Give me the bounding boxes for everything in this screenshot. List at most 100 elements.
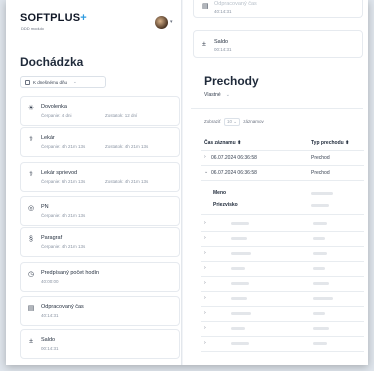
column-header-time[interactable]: Čas záznamu ⬍: [204, 140, 241, 146]
balance-card: ± Saldo 00:14:31: [193, 30, 363, 58]
card-value: Čerpanie: 6h 21m 13s: [41, 179, 86, 184]
worked-time-icon: ▤: [202, 3, 209, 10]
card-value: Čerpanie: 4 dni: [41, 113, 72, 118]
brand-logo[interactable]: SOFTPLUS+: [20, 12, 87, 24]
redacted-value: [313, 297, 333, 300]
divider: [201, 306, 364, 307]
worked-time-card: ▤ Odpracovaný čas 40:14:31: [193, 0, 363, 18]
card-label: Dovolenka: [41, 104, 67, 110]
chevron-right-icon[interactable]: ›: [204, 220, 206, 226]
table-row[interactable]: ›: [201, 323, 364, 335]
card-value: Čerpanie: 4h 21m 13s: [41, 213, 86, 218]
table-row[interactable]: ›: [201, 278, 364, 290]
redacted-value: [231, 267, 245, 270]
chevron-right-icon[interactable]: ›: [204, 250, 206, 256]
page-size-value: 10: [226, 119, 232, 124]
table-row[interactable]: ›: [201, 263, 364, 275]
range-select[interactable]: Vlastné ⌄: [204, 92, 230, 98]
summary-card: § Paragraf Čerpanie: 4h 21m 13s: [20, 227, 180, 257]
page-size-control: Zobraziť 10 ⌄ záznamov: [204, 118, 264, 126]
sun-icon: ☀: [27, 105, 35, 112]
card-label: Predpísaný počet hodín: [41, 270, 100, 276]
chevron-right-icon[interactable]: ›: [204, 280, 206, 286]
divider: [201, 321, 364, 322]
card-value: 40:14:31: [214, 9, 232, 14]
show-suffix: záznamov: [243, 119, 264, 124]
divider: [191, 108, 363, 109]
balance-icon: ±: [29, 338, 33, 345]
divider: [201, 246, 364, 247]
section-title: Prechody: [204, 74, 259, 88]
detail-label-surname: Priezvisko: [213, 202, 238, 208]
detail-label-name: Meno: [213, 190, 227, 196]
chevron-down-icon: ⌄: [73, 79, 77, 84]
divider: [201, 291, 364, 292]
brand-subtitle: DDD modulo: [21, 26, 44, 31]
attendance-panel: SOFTPLUS+ DDD modulo ▾ Dochádzka K dnešn…: [6, 0, 182, 365]
chevron-down-icon: ⌄: [225, 92, 230, 98]
chevron-right-icon[interactable]: ›: [204, 295, 206, 301]
paragraph-icon: §: [29, 236, 33, 243]
summary-card: ⚕ Lekár Čerpanie: 4h 21m 13s Zostatok: 4h 2…: [20, 127, 180, 157]
card-label: Saldo: [41, 337, 56, 343]
divider: [201, 214, 364, 215]
table-row-expanded[interactable]: ⌄ 06.07.2024 06:36:58 Prechod: [201, 167, 364, 179]
redacted-value: [311, 192, 333, 195]
summary-card: ◎ PN Čerpanie: 4h 21m 13s: [20, 196, 180, 226]
redacted-value: [313, 342, 327, 345]
chevron-right-icon[interactable]: ›: [204, 265, 206, 271]
row-time: 06.07.2024 06:36:58: [211, 155, 257, 161]
doctor-escort-icon: ⚕: [29, 171, 33, 178]
date-filter-label: K dnešnému dňu: [33, 79, 68, 85]
divider: [201, 261, 364, 262]
summary-card: ◷ Predpísaný počet hodín 40:00:00: [20, 262, 180, 292]
card-value: 00:14:31: [41, 346, 59, 351]
table-row[interactable]: › 06.07.2024 06:36:58 Prechod: [201, 152, 364, 164]
divider: [201, 231, 364, 232]
divider: [201, 336, 364, 337]
table-row[interactable]: ›: [201, 248, 364, 260]
card-label: Lekár: [41, 135, 55, 141]
card-label: Odpracovaný čas: [214, 1, 257, 7]
chevron-right-icon[interactable]: ›: [204, 325, 206, 331]
redacted-value: [231, 327, 245, 330]
range-select-value: Vlastné: [204, 92, 221, 98]
card-value: Čerpanie: 4h 21m 13s: [41, 244, 86, 249]
date-filter-select[interactable]: K dnešnému dňu ⌄: [20, 76, 106, 88]
divider: [201, 150, 364, 151]
show-prefix: Zobraziť: [204, 119, 221, 124]
table-row[interactable]: ›: [201, 338, 364, 350]
redacted-value: [231, 282, 249, 285]
chevron-right-icon[interactable]: ›: [204, 154, 206, 160]
card-label: PN: [41, 204, 49, 210]
chevron-right-icon[interactable]: ›: [204, 340, 206, 346]
chevron-down-icon[interactable]: ▾: [170, 19, 173, 25]
redacted-value: [311, 204, 329, 207]
page-size-select[interactable]: 10 ⌄: [223, 118, 241, 126]
table-row[interactable]: ›: [201, 233, 364, 245]
brand-plus: +: [80, 12, 87, 24]
card-value: 40:00:00: [41, 279, 59, 284]
card-label: Saldo: [214, 39, 229, 45]
table-row[interactable]: ›: [201, 293, 364, 305]
row-time: 06.07.2024 06:36:58: [211, 170, 257, 176]
worked-time-icon: ▤: [27, 305, 35, 312]
clock-icon: ◷: [27, 271, 35, 278]
chevron-right-icon[interactable]: ›: [204, 310, 206, 316]
column-header-type[interactable]: Typ prechodu ⬍: [311, 140, 349, 146]
card-label: Lekár sprievod: [41, 170, 78, 176]
avatar[interactable]: [155, 16, 168, 29]
chevron-right-icon[interactable]: ›: [204, 235, 206, 241]
table-row[interactable]: ›: [201, 308, 364, 320]
pn-icon: ◎: [27, 205, 35, 212]
redacted-value: [231, 237, 247, 240]
card-label: Odpracovaný čas: [41, 304, 84, 310]
divider: [201, 180, 364, 181]
redacted-value: [313, 312, 325, 315]
balance-icon: ±: [202, 41, 206, 48]
redacted-value: [231, 297, 247, 300]
redacted-value: [313, 222, 327, 225]
chevron-down-icon[interactable]: ⌄: [204, 169, 208, 175]
table-row[interactable]: ›: [201, 218, 364, 230]
redacted-value: [231, 342, 249, 345]
